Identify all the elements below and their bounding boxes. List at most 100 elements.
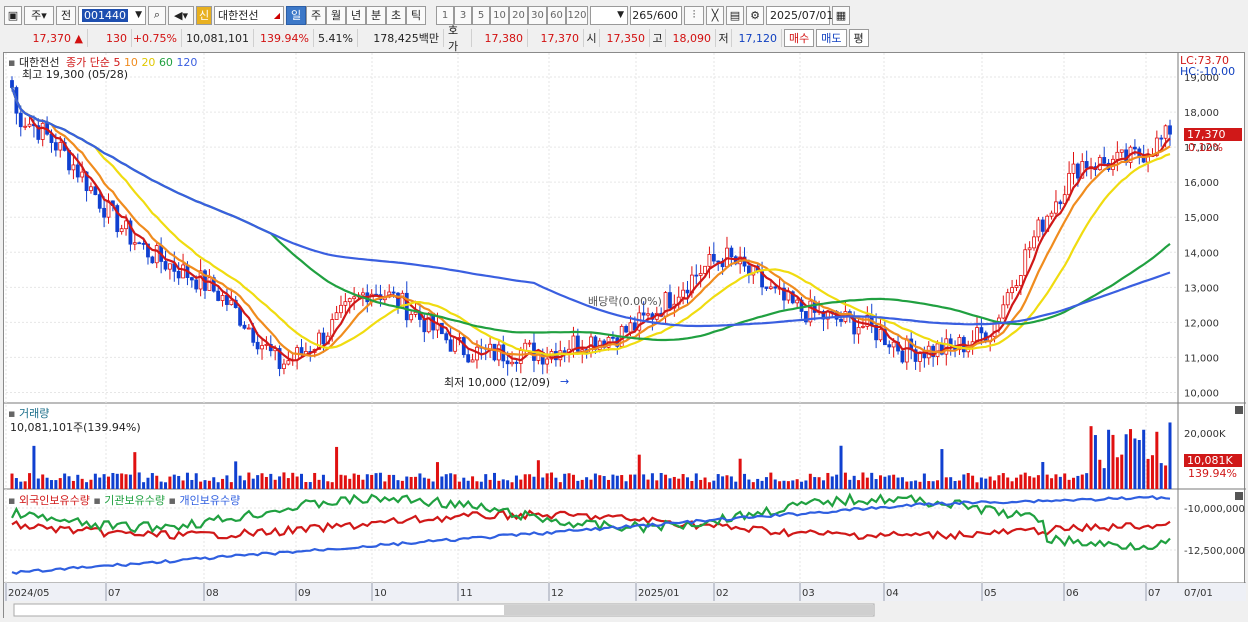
volume-bar xyxy=(435,462,439,489)
price-tick-label: 15,000 xyxy=(1184,213,1219,224)
candle-body xyxy=(1036,219,1041,238)
volume-bar xyxy=(567,473,571,489)
prev-button[interactable]: 전 xyxy=(56,5,76,25)
candle-body xyxy=(628,322,633,333)
candle-body xyxy=(1001,304,1006,319)
volume-bar xyxy=(159,481,163,489)
candle-body xyxy=(238,307,242,326)
gear-icon[interactable]: ⚙ xyxy=(746,5,764,25)
candle-body xyxy=(154,245,159,264)
interval-tab-2[interactable]: 5 xyxy=(472,5,490,25)
volume-bar xyxy=(712,480,716,489)
volume-bar xyxy=(541,477,545,489)
high-label: 고 xyxy=(650,29,666,47)
buy-button[interactable]: 매수 xyxy=(784,29,815,47)
candle-body xyxy=(698,273,703,276)
volume-bar xyxy=(1036,475,1040,489)
x-tick-label: 02 xyxy=(716,588,729,599)
volume-bar xyxy=(418,473,422,489)
volume-bar xyxy=(734,481,738,489)
candle-body xyxy=(668,292,672,309)
period-tabs: 일주월년분초틱 xyxy=(286,5,426,25)
market-select[interactable]: 주 ▾ xyxy=(24,5,54,25)
open-label: 시 xyxy=(584,29,600,47)
period-tab-1[interactable]: 주 xyxy=(306,5,326,25)
volume-bar xyxy=(870,472,874,489)
period-tab-6[interactable]: 틱 xyxy=(406,5,426,25)
volume-bar xyxy=(370,474,374,489)
ma-line-5 xyxy=(10,87,1171,362)
volume-bar xyxy=(142,482,146,489)
interval-tab-6[interactable]: 60 xyxy=(547,5,566,25)
volume-bar xyxy=(453,474,457,489)
eval-button[interactable]: 평 xyxy=(848,29,869,47)
volume-bar xyxy=(264,476,268,489)
volume-bar xyxy=(865,477,869,489)
volume-bar xyxy=(905,481,909,489)
change: 130 xyxy=(88,29,132,47)
crosshair-icon[interactable]: ╳ xyxy=(706,5,724,25)
save-icon[interactable]: ▤ xyxy=(726,5,744,25)
volume-bar xyxy=(361,479,365,489)
chevron-down-icon[interactable]: ▼ xyxy=(135,10,142,20)
candle-body xyxy=(1027,247,1032,251)
calendar-icon[interactable]: ▦ xyxy=(832,5,850,25)
volume-bar xyxy=(330,482,334,489)
search-icon[interactable]: ⌕ xyxy=(148,5,166,25)
interval-tab-4[interactable]: 20 xyxy=(509,5,528,25)
chart-panel[interactable]: 19,000 18,000 17,000 16,000 15,000 14,000 13,0… xyxy=(3,52,1246,619)
candle-body xyxy=(1075,163,1080,179)
period-tab-3[interactable]: 년 xyxy=(346,5,366,25)
volume-bar xyxy=(1010,481,1014,489)
volume-bar xyxy=(962,474,966,489)
interval-custom-select[interactable]: ▼ xyxy=(590,5,628,25)
candle-body xyxy=(444,333,449,341)
volume-bar xyxy=(185,472,189,489)
bar-count-field[interactable]: 265/600 xyxy=(630,5,682,25)
corner-flag-icon: ◢ xyxy=(273,10,280,20)
high-note: 최고 19,300 (05/28) xyxy=(22,68,129,81)
legend-institution: 기관보유수량 xyxy=(104,494,166,507)
volume-bar xyxy=(1089,426,1093,489)
volume-bar xyxy=(879,475,882,489)
volume-bar xyxy=(813,477,817,489)
x-tick-label: 06 xyxy=(1066,588,1079,599)
stock-name-field[interactable]: 대한전선 ◢ xyxy=(214,5,284,25)
volume-bar xyxy=(457,481,461,489)
volume-bar xyxy=(843,472,847,489)
candle-body xyxy=(492,343,497,361)
volume-bar xyxy=(1120,454,1124,489)
candle-type-icon[interactable]: ⫶ xyxy=(684,5,704,25)
interval-tab-3[interactable]: 10 xyxy=(490,5,509,25)
volume-bar xyxy=(54,480,58,489)
hc-label: HC:-10.00 xyxy=(1180,65,1236,78)
layout-icon[interactable]: ▣ xyxy=(4,5,22,25)
sell-button[interactable]: 매도 xyxy=(816,29,847,47)
candle-body xyxy=(347,298,352,303)
candle-body xyxy=(641,312,646,316)
candle-body xyxy=(89,186,93,192)
low: 17,120 xyxy=(732,29,782,47)
interval-tab-7[interactable]: 120 xyxy=(566,5,588,25)
period-tab-0[interactable]: 일 xyxy=(286,5,306,25)
period-tab-4[interactable]: 분 xyxy=(366,5,386,25)
volume-bar xyxy=(716,474,720,489)
candle-body xyxy=(611,336,615,339)
volume-bar xyxy=(598,475,602,489)
new-badge[interactable]: 신 xyxy=(196,5,212,25)
volume-bar xyxy=(949,477,953,489)
x-tick-label: 08 xyxy=(206,588,219,599)
hoga-label: 호가 xyxy=(444,24,472,53)
interval-tab-5[interactable]: 30 xyxy=(528,5,547,25)
period-tab-2[interactable]: 월 xyxy=(326,5,346,25)
volume-bar xyxy=(479,481,483,489)
volume-bar xyxy=(1164,465,1168,489)
date-field[interactable]: 2025/07/01 xyxy=(766,5,833,25)
candle-body xyxy=(856,326,861,335)
volume-bar xyxy=(234,461,238,489)
volume-bar xyxy=(339,474,343,489)
stock-code-input[interactable]: 001440 ▼ xyxy=(78,5,146,25)
chart-svg[interactable]: 19,00018,00017,00016,00015,00014,00013,0… xyxy=(4,53,1246,619)
period-tab-5[interactable]: 초 xyxy=(386,5,406,25)
sound-icon[interactable]: ◀▾ xyxy=(168,5,194,25)
